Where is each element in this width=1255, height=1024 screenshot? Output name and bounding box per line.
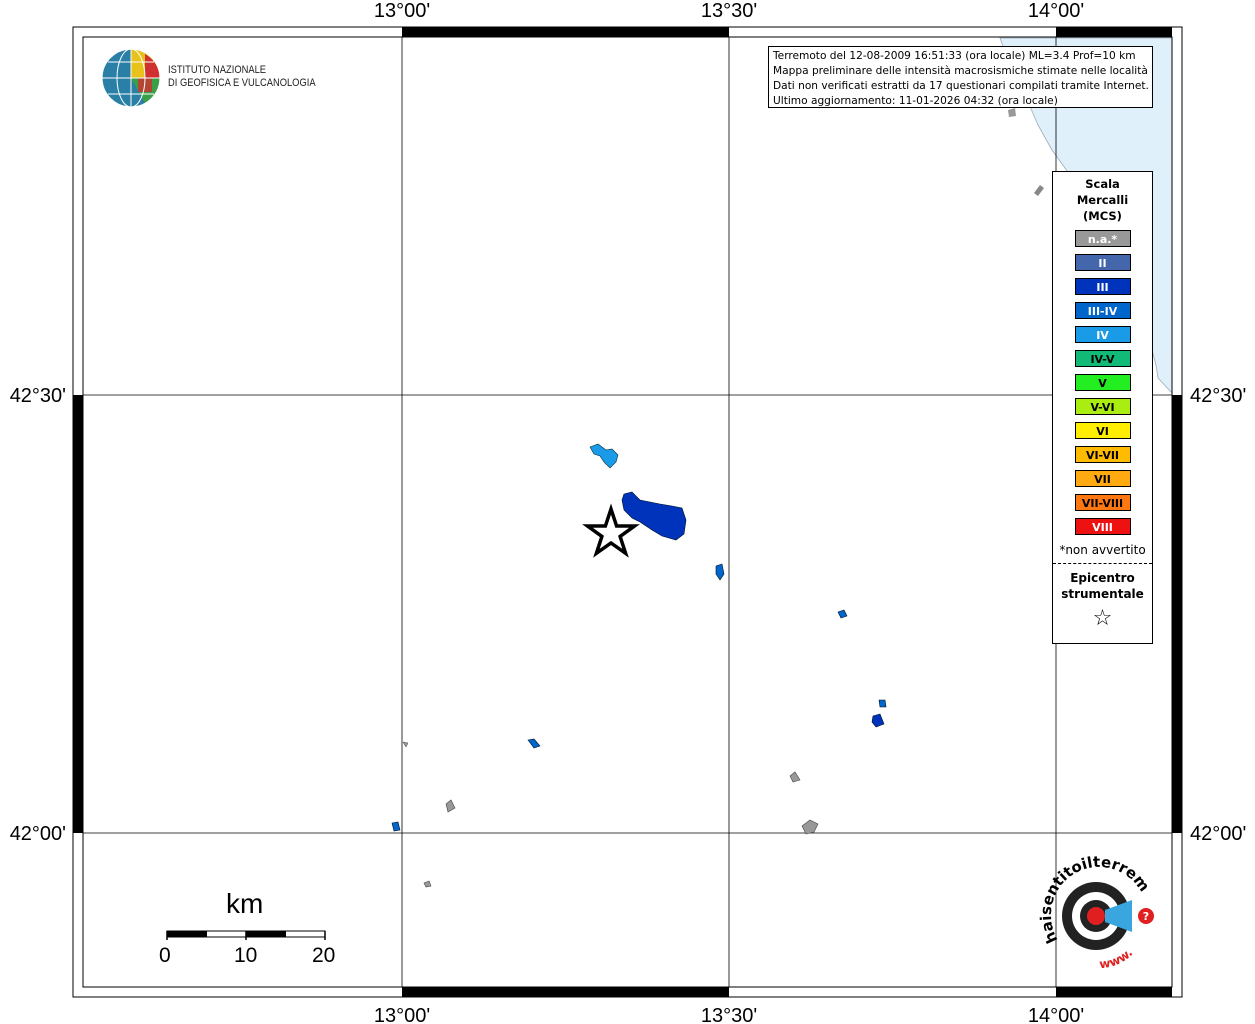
coord-top: 13°00' xyxy=(374,0,430,22)
legend-item: III-IV xyxy=(1074,302,1131,319)
ingv-logo-text: ISTITUTO NAZIONALE DI GEOFISICA E VULCAN… xyxy=(168,64,316,90)
coord-top: 13°30' xyxy=(701,0,757,22)
locality-polygon xyxy=(878,699,887,708)
legend-item: n.a.* xyxy=(1074,230,1131,247)
locality-polygon xyxy=(402,741,409,748)
legend-separator xyxy=(1053,563,1152,564)
frame-segment xyxy=(73,395,83,833)
frame-segment xyxy=(1056,987,1172,997)
coord-bottom: 13°30' xyxy=(701,1005,757,1024)
scale-unit: km xyxy=(226,888,264,919)
legend-item: VI xyxy=(1074,422,1131,439)
coord-right: 42°00' xyxy=(1190,823,1246,845)
legend-item: VI-VII xyxy=(1074,446,1131,463)
locality-polygon xyxy=(621,491,687,541)
coord-right: 42°30' xyxy=(1190,385,1246,407)
legend-title-line: (MCS) xyxy=(1083,209,1122,223)
info-line: Terremoto del 12-08-2009 16:51:33 (ora l… xyxy=(773,50,1136,62)
legend-item: V-VI xyxy=(1074,398,1131,415)
legend-title-line: Scala xyxy=(1085,177,1120,191)
mcs-legend: Scala Mercalli (MCS) n.a.* II III III-IV IV I… xyxy=(1052,171,1153,644)
frame-segment xyxy=(402,27,729,37)
locality-polygon xyxy=(527,738,541,749)
badge-text-bottom: www. xyxy=(1099,946,1136,972)
haisentito-badge: ? haisentitoilterremoto.it www. xyxy=(0,0,1154,971)
locality-polygon xyxy=(801,819,819,835)
locality-polygon xyxy=(871,713,885,728)
locality-polygon xyxy=(715,563,725,581)
legend-item: IV xyxy=(1074,326,1131,343)
info-line: Ultimo aggiornamento: 11-01-2026 04:32 (… xyxy=(773,95,1058,107)
svg-text:www.: www. xyxy=(1099,946,1136,972)
locality-polygon xyxy=(423,880,432,888)
event-info-box: Terremoto del 12-08-2009 16:51:33 (ora l… xyxy=(768,46,1153,108)
legend-epicenter-line: Epicentro xyxy=(1070,571,1135,585)
coord-left: 42°30' xyxy=(10,385,66,407)
coast-island xyxy=(1034,185,1044,196)
locality-polygon xyxy=(589,443,619,469)
legend-item: VII xyxy=(1074,470,1131,487)
legend-item: IV-V xyxy=(1074,350,1131,367)
scale-bar xyxy=(166,930,326,940)
logo-line: DI GEOFISICA E VULCANOLOGIA xyxy=(168,77,316,89)
legend-item: VIII xyxy=(1074,518,1131,535)
legend-title: Scala Mercalli (MCS) xyxy=(1053,176,1152,224)
legend-item: V xyxy=(1074,374,1131,391)
scale-tick-label: 10 xyxy=(234,944,258,967)
coord-bottom: 13°00' xyxy=(374,1005,430,1024)
epicenter-star-icon: ☆ xyxy=(1092,606,1113,631)
epicenter-star xyxy=(582,503,640,558)
info-line: Dati non verificati estratti da 17 quest… xyxy=(773,80,1149,92)
scale-tick-label: 0 xyxy=(159,944,171,967)
badge-text-top: haisentitoilterremoto.it xyxy=(0,0,1153,946)
svg-text:?: ? xyxy=(1143,910,1149,923)
legend-item: VII-VIII xyxy=(1074,494,1131,511)
scale-tick-label: 20 xyxy=(312,944,336,967)
coast-island xyxy=(1008,108,1016,117)
frame-segment xyxy=(402,987,729,997)
locality-polygon xyxy=(391,821,401,832)
logo-line: ISTITUTO NAZIONALE xyxy=(168,64,267,76)
svg-text:haisentitoilterremoto.it: haisentitoilterremoto.it xyxy=(0,0,1153,946)
ingv-logo xyxy=(101,48,161,108)
legend-title-line: Mercalli xyxy=(1076,193,1129,207)
legend-epicenter-line: strumentale xyxy=(1061,587,1144,601)
coord-bottom: 14°00' xyxy=(1028,1005,1084,1024)
frame-segment xyxy=(1172,395,1182,833)
info-line: Mappa preliminare delle intensità macros… xyxy=(773,65,1148,77)
frame-segment xyxy=(1056,27,1172,37)
legend-epicenter-label: Epicentro strumentale xyxy=(1053,570,1152,602)
legend-na-note: *non avvertito xyxy=(1059,543,1146,557)
legend-item: II xyxy=(1074,254,1131,271)
legend-item: III xyxy=(1074,278,1131,295)
coord-left: 42°00' xyxy=(10,823,66,845)
locality-polygon xyxy=(445,799,456,813)
locality-polygon xyxy=(789,771,801,783)
coord-top: 14°00' xyxy=(1028,0,1084,22)
legend-items: n.a.* II III III-IV IV IV-V V V-VI VI VI-VII VII VI… xyxy=(1053,230,1152,535)
locality-polygon xyxy=(837,609,848,619)
